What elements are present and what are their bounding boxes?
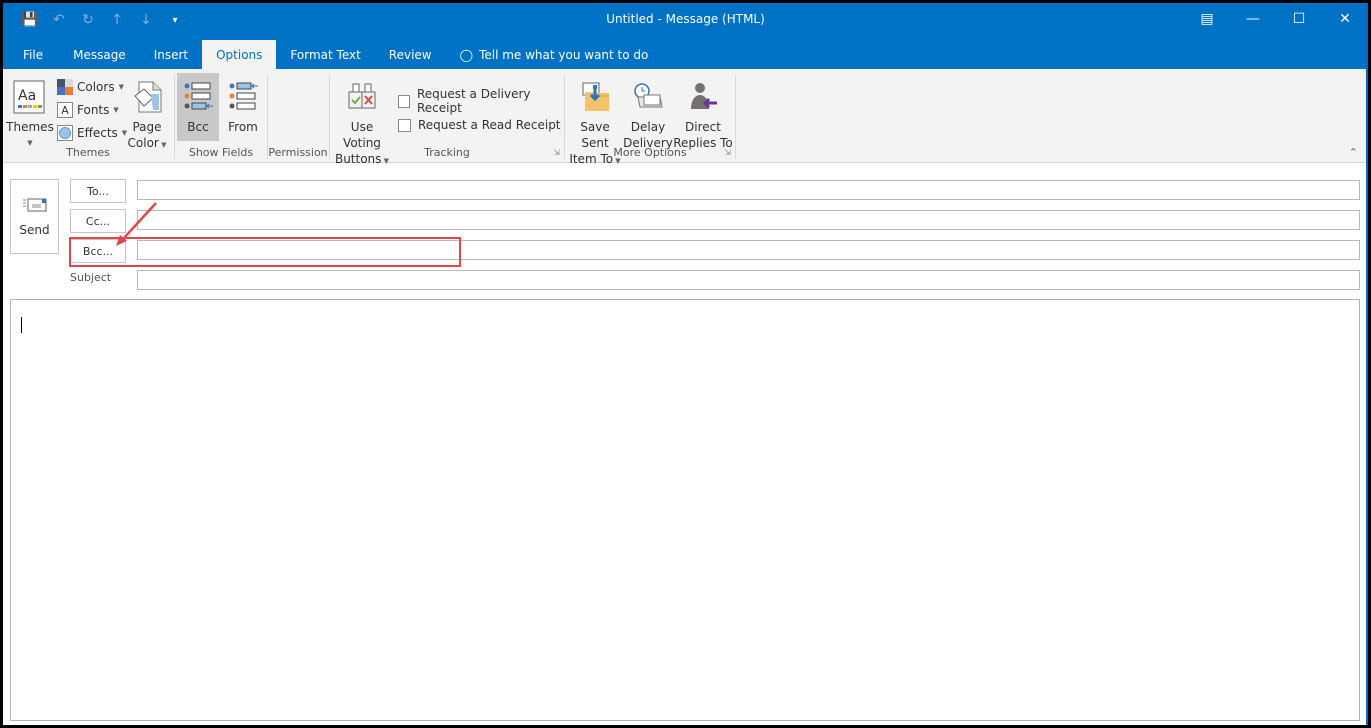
fonts-button[interactable]: A Fonts ▼ <box>57 102 119 118</box>
outlook-message-window: 💾 ↶ ↻ ↑ ↓ ▾ Untitled - Message (HTML) ▤ … <box>3 3 1368 725</box>
cc-button[interactable]: Cc... <box>70 209 126 233</box>
window-title: Untitled - Message (HTML) <box>606 12 765 26</box>
ribbon-tabs: File Message Insert Options Format Text … <box>3 40 662 69</box>
subject-input[interactable] <box>137 270 1360 290</box>
tell-me-text: Tell me what you want to do <box>479 47 649 62</box>
checkbox-box[interactable] <box>398 94 410 108</box>
direct-replies-to-button[interactable]: Direct Replies To <box>673 75 733 151</box>
bcc-highlight-box <box>69 237 461 267</box>
delay-delivery-button[interactable]: Delay Delivery <box>623 75 673 151</box>
permission-group-label: Permission <box>268 146 328 159</box>
tab-file[interactable]: File <box>3 40 59 69</box>
tracking-group: Use Voting Buttons ▼ Request a Delivery … <box>330 73 564 166</box>
more-options-group-label: More Options <box>613 146 687 159</box>
from-toggle-button[interactable]: From <box>221 75 265 135</box>
show-fields-group-label: Show Fields <box>188 146 254 159</box>
themes-icon: Aa <box>13 80 45 114</box>
send-envelope-icon <box>22 198 46 211</box>
cc-input[interactable] <box>137 210 1360 230</box>
tracking-group-label: Tracking <box>424 146 470 159</box>
more-options-group: Save Sent Item To ▼ Delay Delivery Direc… <box>565 73 735 166</box>
request-delivery-receipt-checkbox[interactable]: Request a Delivery Receipt <box>398 87 564 115</box>
tab-format-text[interactable]: Format Text <box>276 40 374 69</box>
permission-group: Permission <box>267 73 329 161</box>
window-controls: ▤ — ☐ ✕ <box>1184 3 1368 35</box>
minimize-icon[interactable]: — <box>1230 3 1276 35</box>
subject-label: Subject <box>70 271 112 284</box>
bcc-fields-icon <box>184 82 213 110</box>
dialog-launcher-icon[interactable]: ⇲ <box>724 148 731 157</box>
tell-me-search[interactable]: ◯ Tell me what you want to do <box>446 40 663 69</box>
themes-button[interactable]: Aa Themes ▼ <box>6 75 54 151</box>
page-color-button[interactable]: Page Color ▼ <box>125 75 169 153</box>
show-fields-group: Bcc From Show Fields <box>175 73 267 161</box>
tab-message[interactable]: Message <box>59 40 140 69</box>
tab-insert[interactable]: Insert <box>140 40 202 69</box>
tab-review[interactable]: Review <box>375 40 446 69</box>
checkbox-box[interactable] <box>398 118 411 132</box>
title-bar: 💾 ↶ ↻ ↑ ↓ ▾ Untitled - Message (HTML) ▤ … <box>3 3 1368 69</box>
group-separator <box>735 75 736 159</box>
save-sent-item-icon <box>582 82 609 111</box>
ribbon-display-options-icon[interactable]: ▤ <box>1184 3 1230 35</box>
collapse-ribbon-icon[interactable]: ⌃ <box>1349 146 1358 159</box>
ribbon: Aa Themes ▼ Colors ▼ A Fonts ▼ Effects ▼ Pa… <box>3 69 1368 166</box>
colors-button[interactable]: Colors ▼ <box>57 79 124 95</box>
maximize-icon[interactable]: ☐ <box>1276 3 1322 35</box>
bcc-toggle-button[interactable]: Bcc <box>177 73 219 141</box>
send-button[interactable]: Send <box>10 179 59 254</box>
page-color-icon <box>134 81 162 113</box>
lightbulb-icon: ◯ <box>459 47 474 62</box>
from-field-icon <box>229 82 258 110</box>
delay-delivery-icon <box>634 83 663 108</box>
tab-options[interactable]: Options <box>202 40 277 69</box>
to-button[interactable]: To... <box>70 179 126 203</box>
effects-icon <box>57 125 73 141</box>
text-cursor <box>21 317 22 333</box>
voting-buttons-icon <box>348 83 376 109</box>
colors-icon <box>57 79 73 95</box>
to-input[interactable] <box>137 180 1360 200</box>
themes-group-label: Themes <box>66 146 110 159</box>
fonts-icon: A <box>57 102 73 118</box>
close-icon[interactable]: ✕ <box>1322 3 1368 35</box>
themes-group: Aa Themes ▼ Colors ▼ A Fonts ▼ Effects ▼ Pa… <box>3 73 173 161</box>
dialog-launcher-icon[interactable]: ⇲ <box>553 148 560 157</box>
message-body-editor[interactable] <box>10 299 1360 721</box>
request-read-receipt-checkbox[interactable]: Request a Read Receipt <box>398 118 561 132</box>
svg-text:Aa: Aa <box>18 88 36 104</box>
direct-replies-icon <box>691 83 717 109</box>
effects-button[interactable]: Effects ▼ <box>57 125 127 141</box>
